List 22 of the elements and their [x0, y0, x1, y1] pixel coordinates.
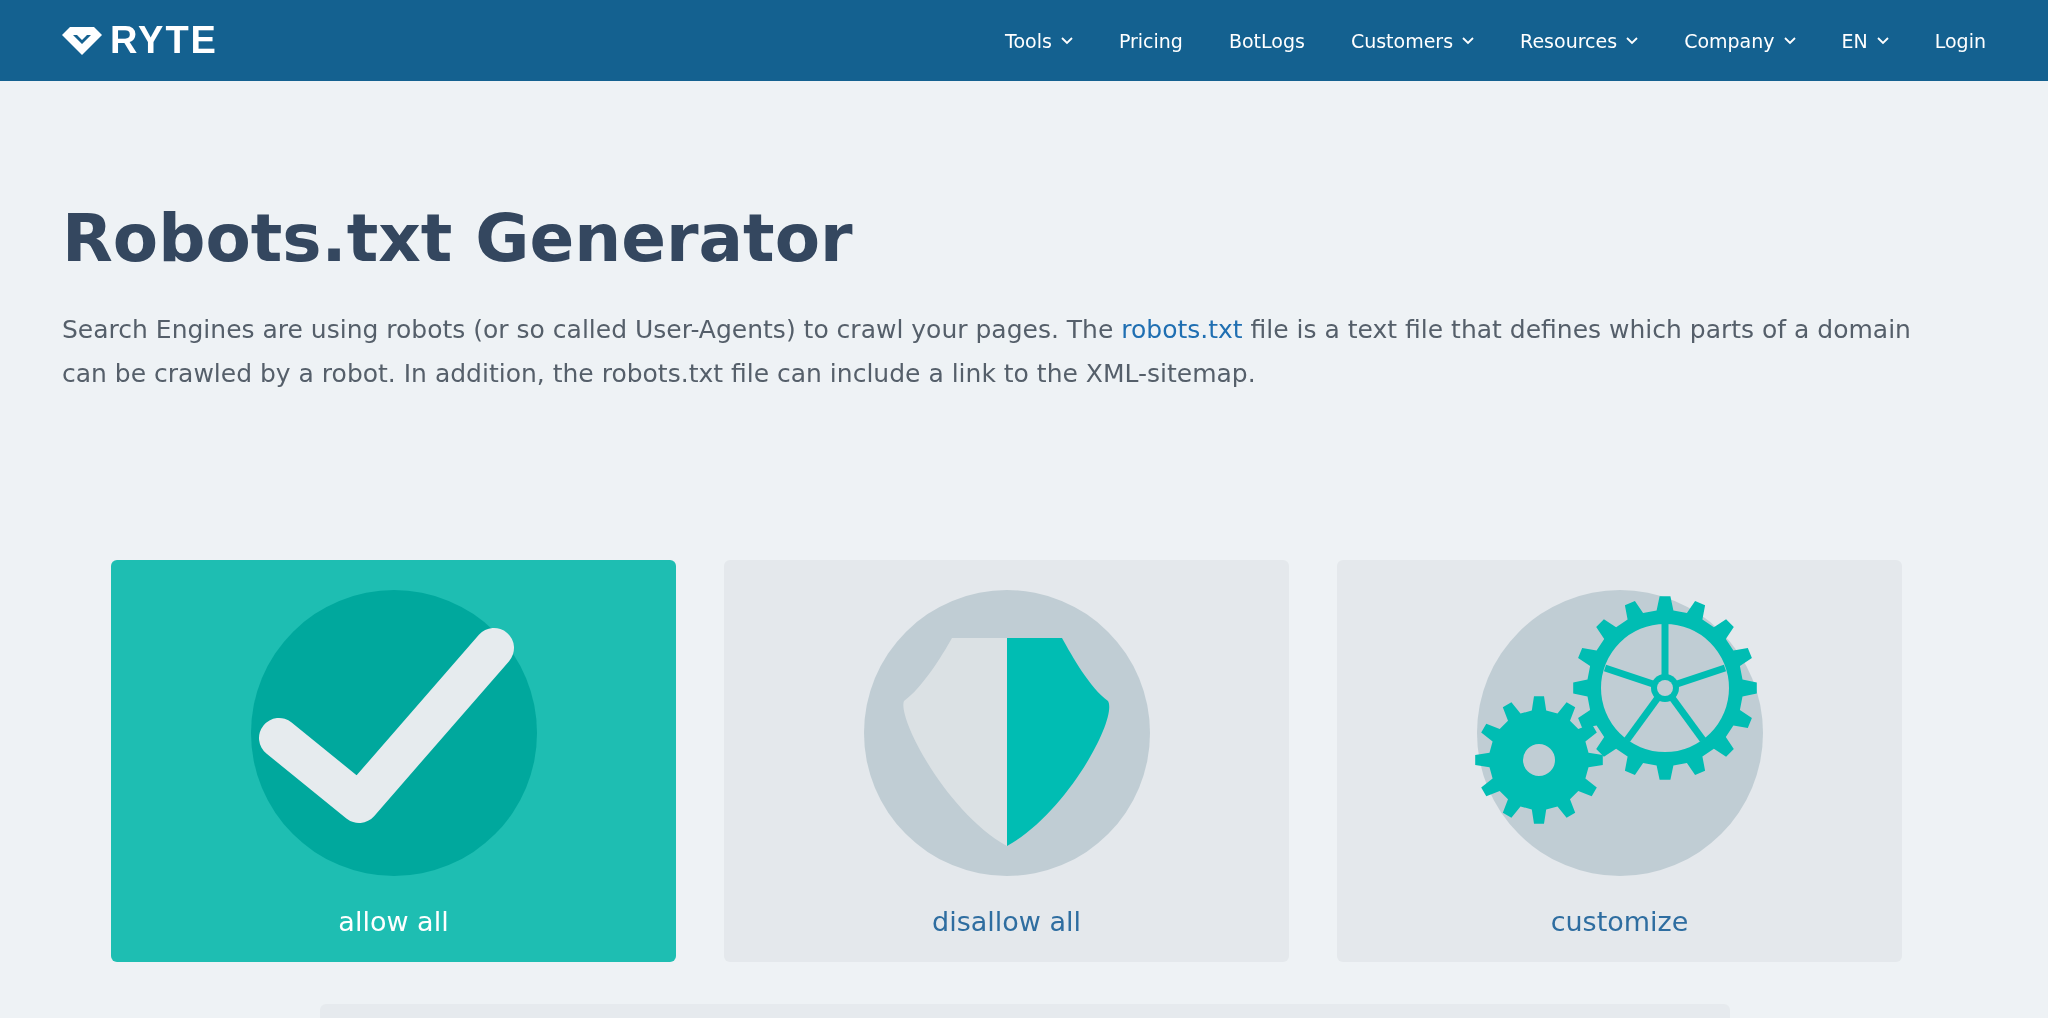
nav-link[interactable]: Tools	[1005, 29, 1073, 52]
shield-icon	[861, 587, 1152, 878]
nav-link[interactable]: Customers	[1350, 29, 1475, 52]
nav-link[interactable]: EN	[1841, 29, 1889, 52]
option-card[interactable]: disallow all	[724, 559, 1289, 962]
chevron-down-icon	[1783, 36, 1796, 45]
nav-link[interactable]: Login	[1934, 29, 1986, 52]
checkmark-icon	[248, 587, 539, 878]
intro-paragraph: Search Engines are using robots (or so called User-Agents) to crawl your pages. The robots.txt file is a text file that defines which parts of a domain can be crawled by a robot. In addition, the robots.txt file can include a link to the XML-sitemap.	[62, 313, 1912, 390]
nav-link[interactable]: Pricing	[1118, 29, 1183, 52]
robots-link[interactable]: robots.txt	[1121, 314, 1243, 344]
chevron-down-icon	[1462, 36, 1475, 45]
page-title: Robots.txt Generator	[62, 203, 854, 276]
nav-link[interactable]: BotLogs	[1228, 29, 1305, 52]
option-card[interactable]: customize	[1337, 559, 1902, 962]
logo-text[interactable]: RYTE	[110, 19, 218, 62]
nav-link[interactable]: Resources	[1520, 29, 1639, 52]
gears-icon	[1474, 587, 1765, 878]
chevron-down-icon	[1060, 36, 1073, 45]
nav-link[interactable]: Company	[1684, 29, 1796, 52]
chevron-down-icon	[1876, 36, 1889, 45]
chevron-down-icon	[1626, 36, 1639, 45]
